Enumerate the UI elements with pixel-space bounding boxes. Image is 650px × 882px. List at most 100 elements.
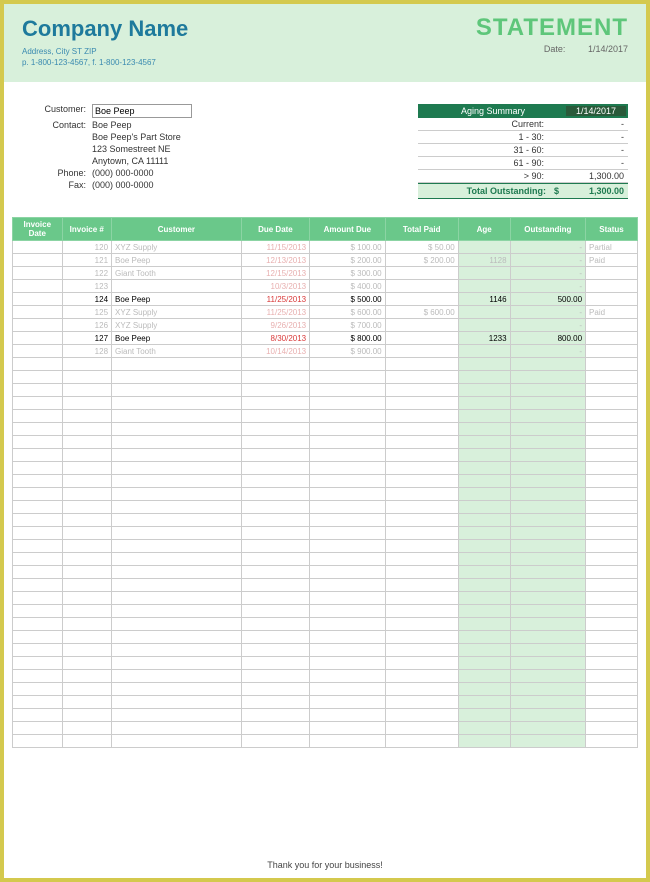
table-row: [13, 527, 638, 540]
table-cell: [385, 566, 458, 579]
table-cell: [586, 670, 638, 683]
table-cell: [385, 553, 458, 566]
table-cell: [385, 332, 458, 345]
aging-value: -: [554, 145, 624, 155]
table-cell: [458, 683, 510, 696]
table-cell: [13, 670, 63, 683]
table-cell: [62, 670, 112, 683]
table-cell: [112, 384, 242, 397]
table-cell: [62, 358, 112, 371]
table-cell: [586, 449, 638, 462]
table-cell: [13, 254, 63, 267]
table-cell: [241, 397, 309, 410]
aging-label: > 90:: [422, 171, 554, 181]
table-row: [13, 462, 638, 475]
table-cell: [586, 436, 638, 449]
table-cell: 11/25/2013: [241, 293, 309, 306]
table-cell: [62, 618, 112, 631]
table-cell: [62, 423, 112, 436]
table-cell: [385, 475, 458, 488]
contact-value: Boe Peep: [92, 120, 132, 130]
table-cell: [510, 657, 585, 670]
table-row: [13, 397, 638, 410]
aging-value: -: [554, 158, 624, 168]
table-cell: [241, 579, 309, 592]
table-cell: [310, 683, 385, 696]
table-cell: [241, 696, 309, 709]
table-cell: [112, 371, 242, 384]
table-cell: [310, 436, 385, 449]
table-cell: [310, 371, 385, 384]
table-cell: [13, 696, 63, 709]
table-cell: [241, 709, 309, 722]
table-cell: [458, 436, 510, 449]
table-cell: [586, 709, 638, 722]
table-row: [13, 618, 638, 631]
table-cell: [13, 241, 63, 254]
table-cell: [241, 670, 309, 683]
aging-value: -: [554, 119, 624, 129]
table-cell: Partial: [586, 241, 638, 254]
table-cell: 120: [62, 241, 112, 254]
table-cell: [112, 449, 242, 462]
table-cell: $ 700.00: [310, 319, 385, 332]
table-cell: [385, 722, 458, 735]
aging-row: 31 - 60:-: [418, 144, 628, 157]
table-cell: [510, 462, 585, 475]
table-cell: [112, 423, 242, 436]
table-cell: [62, 449, 112, 462]
table-cell: [62, 410, 112, 423]
table-cell: [458, 735, 510, 748]
table-cell: [385, 410, 458, 423]
table-cell: [385, 345, 458, 358]
table-cell: [13, 735, 63, 748]
table-cell: [13, 657, 63, 670]
table-row: [13, 540, 638, 553]
table-cell: [112, 566, 242, 579]
table-cell: [62, 696, 112, 709]
table-cell: [112, 735, 242, 748]
table-row: [13, 670, 638, 683]
table-cell: [510, 644, 585, 657]
table-cell: [586, 293, 638, 306]
table-cell: -: [510, 267, 585, 280]
table-row: [13, 722, 638, 735]
table-cell: [586, 462, 638, 475]
table-row: [13, 436, 638, 449]
table-cell: $ 800.00: [310, 332, 385, 345]
table-cell: 1146: [458, 293, 510, 306]
table-cell: Boe Peep: [112, 332, 242, 345]
table-cell: [458, 306, 510, 319]
table-row: 12310/3/2013$ 400.00-: [13, 280, 638, 293]
table-cell: 11/15/2013: [241, 241, 309, 254]
table-cell: [241, 566, 309, 579]
table-cell: [310, 722, 385, 735]
table-cell: [13, 319, 63, 332]
table-cell: $ 200.00: [310, 254, 385, 267]
table-cell: [241, 644, 309, 657]
table-cell: [112, 514, 242, 527]
table-cell: Boe Peep: [112, 293, 242, 306]
table-row: 125XYZ Supply11/25/2013$ 600.00$ 600.00-…: [13, 306, 638, 319]
table-cell: [458, 631, 510, 644]
table-cell: [310, 384, 385, 397]
table-cell: [586, 683, 638, 696]
table-cell: [385, 592, 458, 605]
aging-header: Aging Summary 1/14/2017: [418, 104, 628, 118]
table-cell: [458, 384, 510, 397]
table-cell: [586, 631, 638, 644]
customer-name-input[interactable]: [92, 104, 192, 118]
table-cell: [385, 527, 458, 540]
table-cell: [385, 449, 458, 462]
table-cell: [510, 709, 585, 722]
table-row: [13, 566, 638, 579]
table-cell: [241, 501, 309, 514]
table-row: [13, 449, 638, 462]
table-row: [13, 592, 638, 605]
table-cell: [112, 605, 242, 618]
table-cell: [310, 670, 385, 683]
table-cell: [62, 384, 112, 397]
table-cell: 123: [62, 280, 112, 293]
column-header: Outstanding: [510, 218, 585, 241]
table-cell: [510, 605, 585, 618]
